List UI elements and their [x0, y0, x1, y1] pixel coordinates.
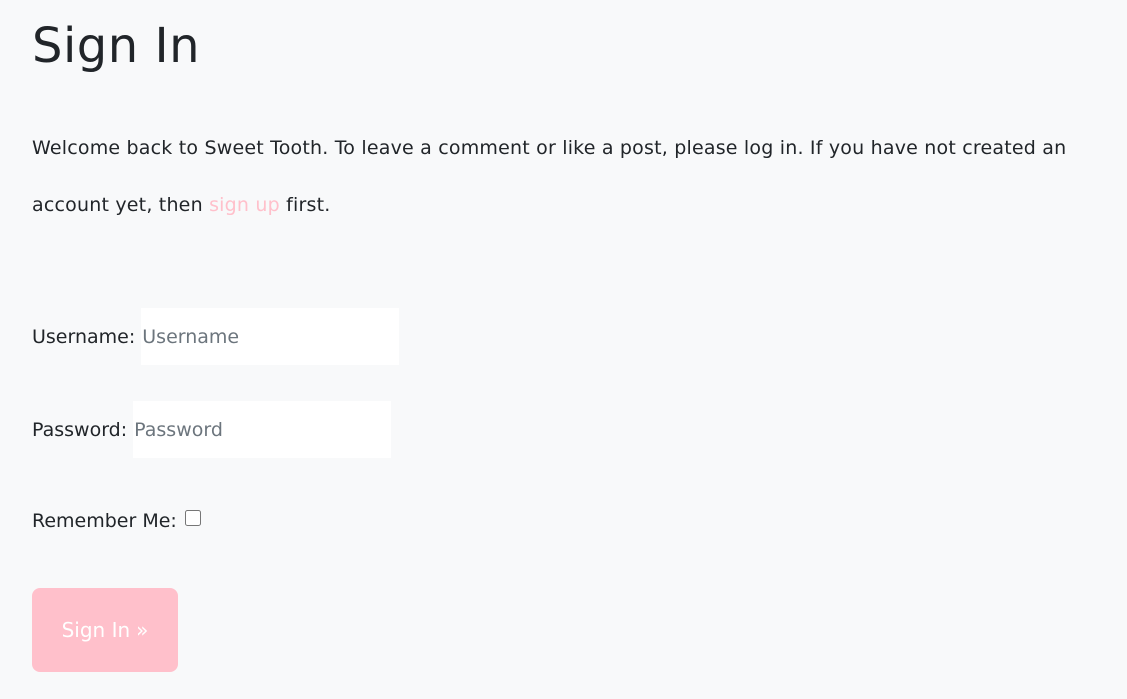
remember-label: Remember Me:: [32, 510, 177, 532]
remember-row: Remember Me:: [32, 506, 201, 536]
password-row: Password:: [32, 401, 392, 458]
intro-text: Welcome back to Sweet Tooth. To leave a …: [32, 120, 1107, 234]
remember-checkbox[interactable]: [184, 510, 201, 526]
password-input[interactable]: [133, 401, 392, 458]
intro-text-before: Welcome back to Sweet Tooth. To leave a …: [32, 137, 1067, 216]
page-title: Sign In: [32, 18, 201, 74]
sign-up-link[interactable]: sign up: [209, 194, 280, 216]
username-input[interactable]: [141, 308, 400, 365]
sign-in-button-label: Sign In: [61, 618, 131, 642]
intro-text-after: first.: [279, 194, 331, 216]
username-label: Username:: [32, 325, 136, 348]
username-row: Username:: [32, 308, 400, 365]
password-label: Password:: [32, 418, 128, 441]
double-chevron-right-icon: »: [136, 618, 149, 642]
sign-in-button[interactable]: Sign In »: [32, 588, 178, 672]
